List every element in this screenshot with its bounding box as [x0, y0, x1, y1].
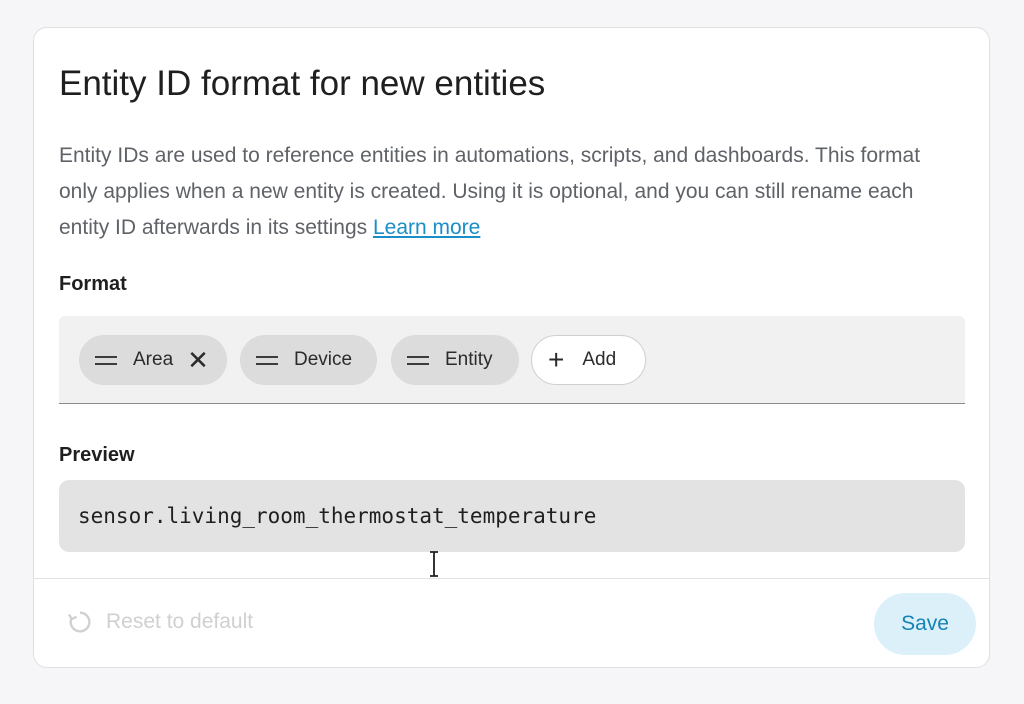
chip-label: Entity	[445, 349, 493, 370]
card-title: Entity ID format for new entities	[59, 64, 546, 103]
preview-label: Preview	[59, 444, 135, 466]
close-icon[interactable]: ✕	[187, 347, 209, 373]
add-label: Add	[582, 349, 617, 370]
drag-handle-icon[interactable]	[95, 355, 117, 365]
reset-to-default-button[interactable]: Reset to default	[66, 608, 253, 636]
save-button[interactable]: Save	[874, 593, 976, 655]
reset-label: Reset to default	[106, 610, 254, 633]
description-text: Entity IDs are used to reference entitie…	[59, 144, 921, 239]
add-chip-button[interactable]: + Add	[531, 335, 646, 385]
footer-divider	[34, 578, 989, 579]
chip-label: Device	[294, 349, 353, 370]
card-description: Entity IDs are used to reference entitie…	[59, 138, 939, 246]
chip-entity[interactable]: Entity	[391, 335, 519, 385]
drag-handle-icon[interactable]	[407, 355, 429, 365]
format-chip-field[interactable]: Area ✕ Device Entity + Add	[59, 316, 965, 404]
learn-more-link[interactable]: Learn more	[373, 216, 480, 239]
plus-icon: +	[548, 344, 565, 375]
chip-area[interactable]: Area ✕	[79, 335, 227, 385]
preview-entity-id: sensor.living_room_thermostat_temperatur…	[78, 504, 597, 528]
text-cursor-icon	[430, 551, 438, 577]
chip-device[interactable]: Device	[240, 335, 377, 385]
chip-label: Area	[133, 349, 174, 370]
preview-value-box: sensor.living_room_thermostat_temperatur…	[59, 480, 965, 552]
drag-handle-icon[interactable]	[256, 355, 278, 365]
format-label: Format	[59, 273, 127, 295]
entity-id-format-card: Entity ID format for new entities Entity…	[33, 27, 990, 668]
restore-icon	[67, 611, 91, 633]
